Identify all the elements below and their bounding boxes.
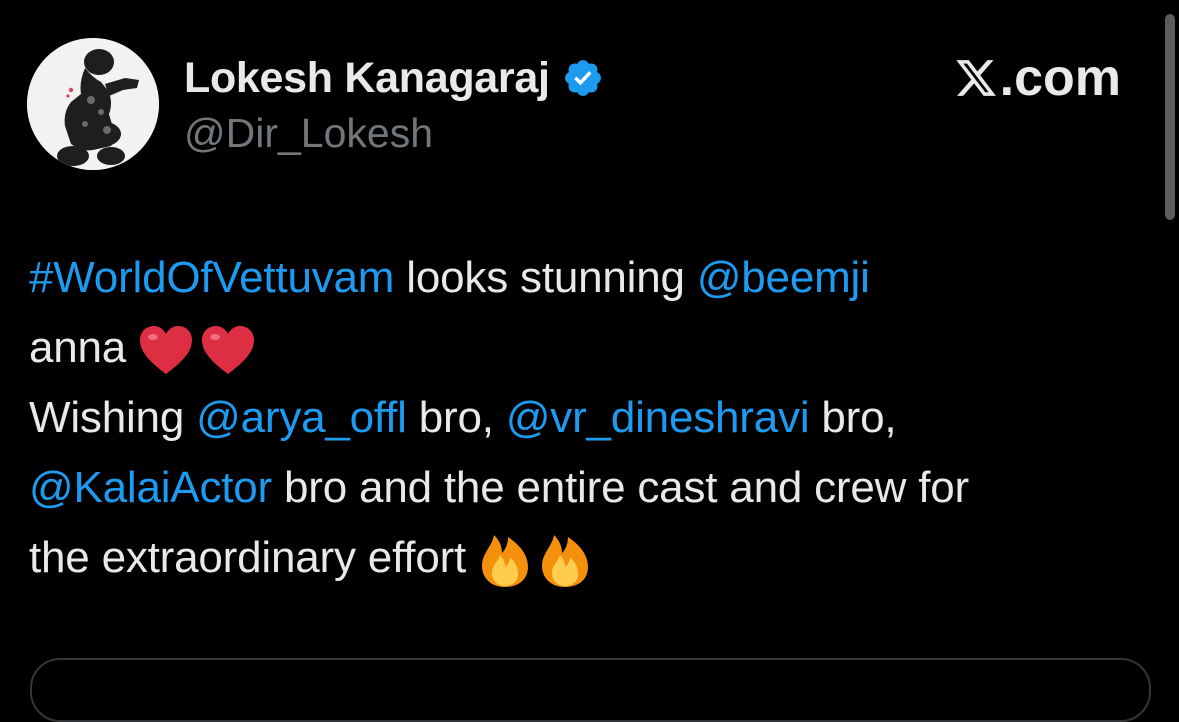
- avatar[interactable]: [27, 38, 159, 170]
- text-line-1: #WorldOfVettuvam looks stunning @beemji: [29, 243, 1144, 313]
- hashtag-world-of-vettuvam[interactable]: #WorldOfVettuvam: [29, 253, 394, 302]
- post-text: #WorldOfVettuvam looks stunning @beemji …: [29, 243, 1144, 593]
- verified-badge-icon[interactable]: [562, 57, 604, 99]
- author-name-row: Lokesh Kanagaraj: [184, 52, 604, 104]
- embedded-card[interactable]: [30, 658, 1151, 722]
- mention-kalai[interactable]: @KalaiActor: [29, 463, 272, 512]
- brand-label: .com: [999, 49, 1121, 107]
- mention-arya[interactable]: @arya_offl: [196, 393, 407, 442]
- mention-beemji[interactable]: @beemji: [697, 253, 870, 302]
- text-line-4: @KalaiActor bro and the entire cast and …: [29, 453, 1144, 523]
- scrollbar[interactable]: [1165, 14, 1175, 220]
- text-line-2: anna: [29, 313, 1144, 383]
- text-segment: the extraordinary effort: [29, 533, 467, 582]
- author-display-name[interactable]: Lokesh Kanagaraj: [184, 54, 550, 103]
- brand-mark: .com: [954, 48, 1121, 108]
- text-line-5: the extraordinary effort: [29, 523, 1144, 593]
- mention-dinesh[interactable]: @vr_dineshravi: [506, 393, 810, 442]
- x-logo-icon: [955, 60, 996, 96]
- heart-emoji-icon: [140, 326, 193, 375]
- text-segment: bro,: [406, 393, 506, 442]
- fire-emoji-icon: [542, 535, 589, 588]
- text-segment: looks stunning: [394, 253, 697, 302]
- text-segment: bro and the entire cast and crew for: [272, 463, 970, 512]
- text-segment: Wishing: [29, 393, 197, 442]
- text-segment: bro,: [809, 393, 897, 442]
- fire-emoji-icon: [482, 535, 529, 588]
- author-block: Lokesh Kanagaraj @Dir_Lokesh: [184, 52, 604, 157]
- heart-emoji-icon: [202, 326, 255, 375]
- text-segment: anna: [29, 323, 127, 372]
- author-handle[interactable]: @Dir_Lokesh: [184, 110, 604, 157]
- text-line-3: Wishing @arya_offl bro, @vr_dineshravi b…: [29, 383, 1144, 453]
